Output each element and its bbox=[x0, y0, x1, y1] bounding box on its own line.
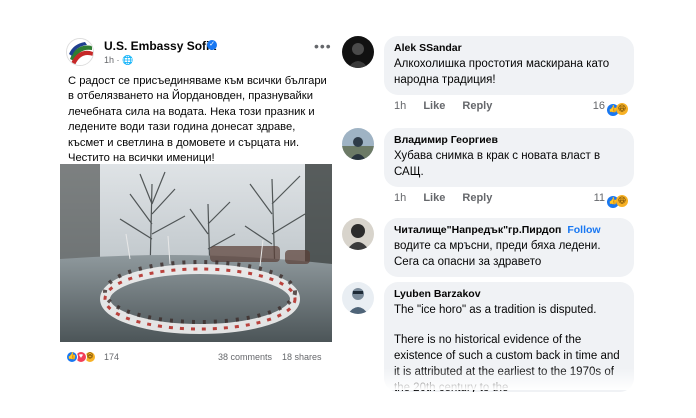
comment-bubble: Alek SSandar Алкохолишка простотия маски… bbox=[384, 36, 634, 95]
reaction-count[interactable]: 174 bbox=[104, 352, 119, 362]
comment-reaction-count: 16 bbox=[592, 100, 605, 112]
comment-time[interactable]: 1h bbox=[394, 192, 406, 204]
comment-bubble: Читалище"Напредък"гр.Пирдоп Follow водите… bbox=[384, 218, 634, 277]
page-avatar[interactable] bbox=[66, 38, 94, 66]
comment-author[interactable]: Alek SSandar bbox=[394, 42, 624, 54]
comment-item: Читалище"Напредък"гр.Пирдоп Follow водите… bbox=[342, 218, 634, 278]
comment-item: Владимир Георгиев Хубава снимка в крак с… bbox=[342, 128, 634, 212]
reaction-icons[interactable]: 👍 ♥ 😆 bbox=[66, 350, 106, 364]
comment-author[interactable]: Владимир Георгиев bbox=[394, 134, 624, 146]
comment-bubble: Владимир Георгиев Хубава снимка в крак с… bbox=[384, 128, 634, 187]
comment-author[interactable]: Lyuben Barzakov bbox=[394, 288, 624, 300]
reply-button[interactable]: Reply bbox=[462, 192, 492, 204]
comment-reaction-count: 11 bbox=[593, 192, 605, 204]
more-horizontal-icon[interactable]: ••• bbox=[314, 38, 332, 54]
comment-text: The "ice horo" as a tradition is dispute… bbox=[394, 304, 597, 316]
comments-count-link[interactable]: 38 comments bbox=[218, 352, 272, 362]
post-text: С радост се присъединяваме към всички бъ… bbox=[68, 75, 327, 165]
comment-time[interactable]: 1h bbox=[394, 100, 406, 112]
commenter-avatar[interactable] bbox=[342, 128, 374, 160]
comment-reactions[interactable]: 11 👍😆 bbox=[594, 192, 628, 208]
shares-count-link[interactable]: 18 shares bbox=[282, 352, 322, 362]
like-button[interactable]: Like bbox=[423, 100, 445, 112]
post-time-text: 1h · bbox=[104, 55, 123, 65]
comment-actions: 1h Like Reply bbox=[394, 100, 506, 112]
comment-item: Alek SSandar Алкохолишка простотия маски… bbox=[342, 36, 634, 120]
post-header: U.S. Embassy Sofia ✓ 1h · 🌐 ••• bbox=[66, 36, 331, 66]
scroll-fade bbox=[336, 368, 636, 390]
post-timestamp[interactable]: 1h · 🌐 bbox=[104, 55, 133, 66]
globe-icon: 🌐 bbox=[122, 55, 134, 65]
follow-button[interactable]: Follow bbox=[567, 224, 600, 236]
verified-badge-icon: ✓ bbox=[207, 40, 217, 50]
commenter-avatar[interactable] bbox=[342, 218, 374, 250]
haha-reaction-icon: 😆 bbox=[616, 195, 628, 207]
comment-text: водите са мръсни, преди бяха ледени. Сег… bbox=[394, 240, 601, 268]
post-photo[interactable] bbox=[60, 164, 332, 342]
post-footer: 👍 ♥ 😆 174 38 comments 18 shares bbox=[66, 350, 328, 366]
like-reaction-icon: 👍 bbox=[66, 351, 78, 363]
comment-text: Алкохолишка простотия маскирана като нар… bbox=[394, 58, 610, 86]
comment-reactions[interactable]: 16 👍😆 bbox=[593, 100, 628, 116]
comment-author-row: Читалище"Напредък"гр.Пирдоп Follow bbox=[394, 224, 624, 236]
comment-author[interactable]: Читалище"Напредък"гр.Пирдоп bbox=[394, 224, 561, 236]
like-button[interactable]: Like bbox=[423, 192, 445, 204]
page-name[interactable]: U.S. Embassy Sofia bbox=[104, 39, 216, 53]
comment-actions: 1h Like Reply bbox=[394, 192, 506, 204]
haha-reaction-icon: 😆 bbox=[616, 103, 628, 115]
commenter-avatar[interactable] bbox=[342, 36, 374, 68]
comments-panel: Alek SSandar Алкохолишка простотия маски… bbox=[336, 30, 636, 392]
reply-button[interactable]: Reply bbox=[462, 100, 492, 112]
post-card: U.S. Embassy Sofia ✓ 1h · 🌐 ••• С радост… bbox=[60, 30, 332, 372]
commenter-avatar[interactable] bbox=[342, 282, 374, 314]
comment-text: Хубава снимка в крак с новата власт в СА… bbox=[394, 150, 601, 178]
